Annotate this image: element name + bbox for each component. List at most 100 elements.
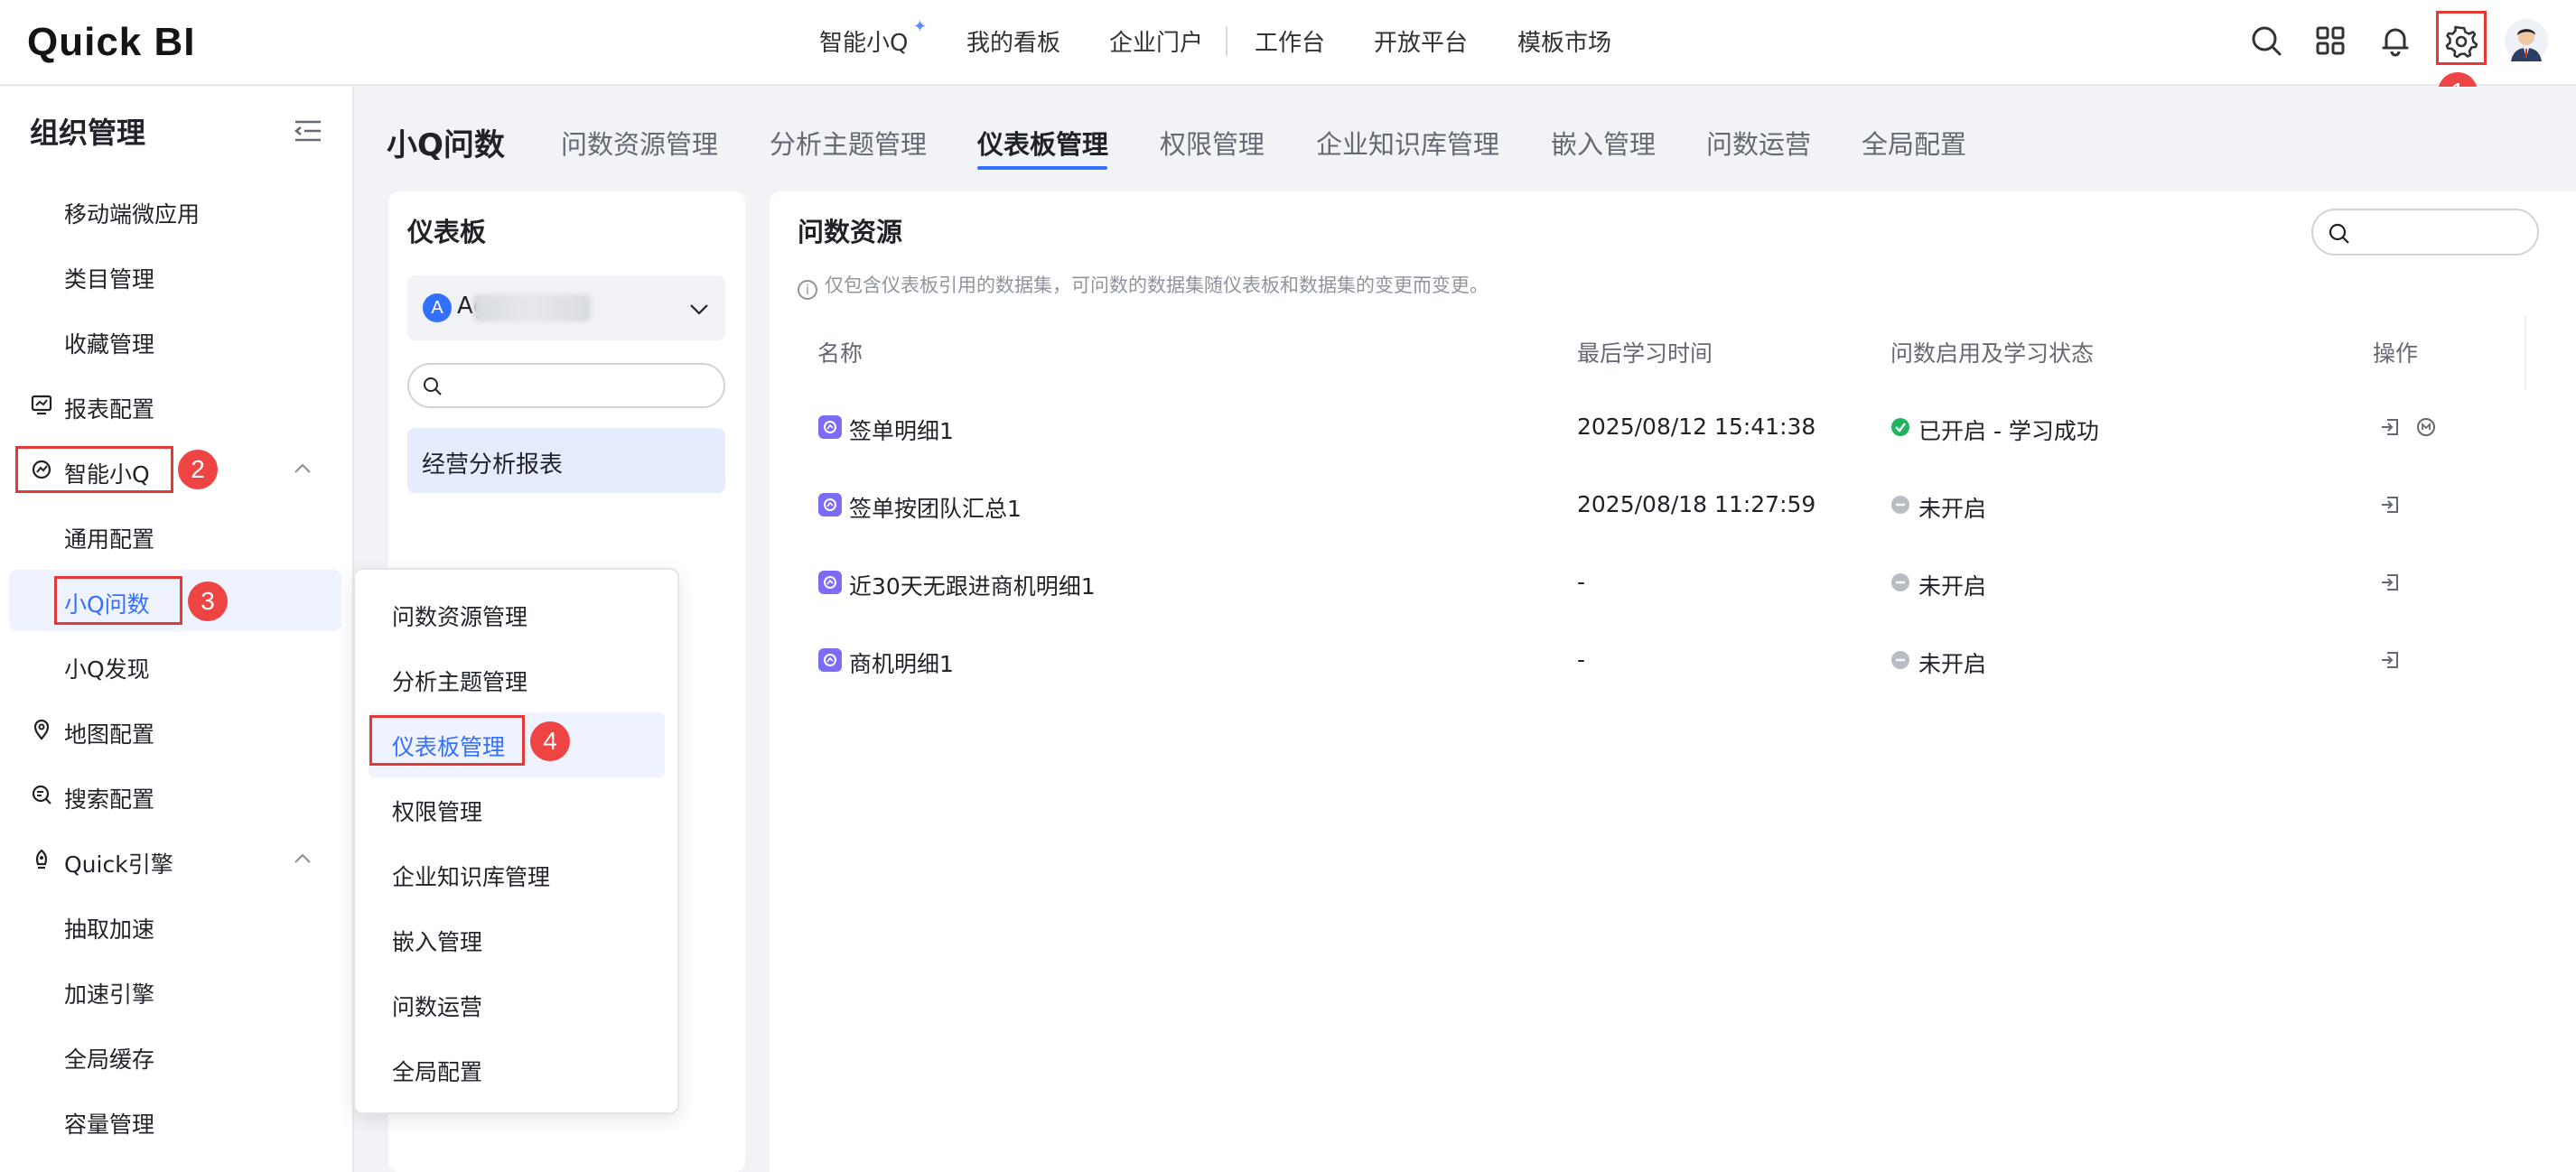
tab-topic-management[interactable]: 分析主题管理	[770, 124, 927, 162]
sidebar-item-capacity[interactable]: 容量管理	[64, 1107, 154, 1139]
sidebar-item-global-cache[interactable]: 全局缓存	[64, 1042, 154, 1074]
tab-global-config[interactable]: 全局配置	[1862, 124, 1966, 162]
tab-operations[interactable]: 问数运营	[1706, 124, 1811, 162]
column-header-status: 问数启用及学习状态	[1890, 340, 2095, 367]
chevron-up-icon[interactable]	[291, 847, 314, 870]
report-config-icon	[30, 393, 53, 416]
column-header-actions: 操作	[2373, 340, 2419, 367]
tab-permission-management[interactable]: 权限管理	[1160, 124, 1265, 162]
collapse-menu-icon[interactable]	[292, 117, 324, 144]
map-config-icon	[30, 718, 53, 741]
enter-icon[interactable]	[2378, 415, 2402, 439]
xq-wenshu-highlight-box	[54, 576, 182, 625]
info-notice: i 仅包含仪表板引用的数据集，可问数的数据集随仪表板和数据集的变更而变更。	[798, 271, 1489, 300]
resources-search-input[interactable]	[2311, 209, 2539, 256]
menu-item-permission-management[interactable]: 权限管理	[392, 795, 482, 827]
success-status-icon	[1891, 418, 1909, 436]
sidebar-item-mobile[interactable]: 移动端微应用	[64, 197, 200, 229]
user-avatar[interactable]	[2504, 18, 2549, 63]
workspace-avatar: A	[423, 293, 452, 322]
row-last-learn: -	[1577, 569, 1586, 595]
tab-knowledge-base[interactable]: 企业知识库管理	[1316, 124, 1499, 162]
row-last-learn: 2025/08/18 11:27:59	[1577, 491, 1816, 517]
page-title: 小Q问数	[387, 127, 505, 163]
chevron-up-icon[interactable]	[291, 457, 314, 480]
sidebar-item-general-config[interactable]: 通用配置	[64, 522, 154, 554]
tab-dashboard-management[interactable]: 仪表板管理	[977, 124, 1108, 162]
dataset-icon	[818, 415, 842, 439]
sidebar-item-quick-engine[interactable]: Quick引擎	[64, 847, 173, 879]
active-tab-indicator	[977, 166, 1107, 170]
callout-badge-2: 2	[178, 450, 218, 489]
quick-bi-logo[interactable]: Quick BI	[27, 20, 196, 65]
column-header-last-learn: 最后学习时间	[1577, 340, 1713, 367]
row-last-learn: -	[1577, 646, 1586, 673]
row-name[interactable]: 商机明细1	[849, 646, 954, 679]
search-config-icon	[30, 783, 53, 806]
enter-icon[interactable]	[2378, 493, 2402, 516]
topnav-template-market[interactable]: 模板市场	[1517, 24, 1611, 58]
info-icon: i	[798, 280, 817, 300]
menu-item-knowledge-base[interactable]: 企业知识库管理	[392, 860, 550, 892]
row-name[interactable]: 签单明细1	[849, 414, 954, 446]
menu-item-operations[interactable]: 问数运营	[392, 990, 482, 1022]
row-status: 未开启	[1918, 651, 1987, 677]
menu-item-global-config[interactable]: 全局配置	[392, 1055, 482, 1087]
top-navigation-bar: Quick BI 智能小Q ✦ 我的看板 企业门户 工作台 开放平台 模板市场	[0, 0, 2576, 86]
callout-badge-3: 3	[188, 581, 228, 621]
row-name[interactable]: 签单按团队汇总1	[849, 491, 1022, 524]
dashboard-list-item[interactable]: 经营分析报表	[407, 428, 725, 493]
tab-embed-management[interactable]: 嵌入管理	[1551, 124, 1656, 162]
dataset-icon	[818, 648, 842, 672]
sidebar-item-map-config[interactable]: 地图配置	[64, 717, 154, 749]
topnav-my-boards[interactable]: 我的看板	[966, 24, 1060, 58]
column-divider	[2525, 316, 2526, 390]
enter-icon[interactable]	[2378, 571, 2402, 594]
smart-q-highlight-box	[15, 446, 173, 493]
sidebar-item-accel-engine[interactable]: 加速引擎	[64, 977, 154, 1009]
sidebar-item-report-config[interactable]: 报表配置	[64, 392, 154, 424]
menu-item-topic-management[interactable]: 分析主题管理	[392, 665, 527, 697]
sidebar-item-search-config[interactable]: 搜索配置	[64, 782, 154, 814]
topnav-open-platform[interactable]: 开放平台	[1374, 24, 1468, 58]
search-icon	[2329, 223, 2349, 244]
tab-resource-management[interactable]: 问数资源管理	[561, 124, 718, 162]
topnav-workbench[interactable]: 工作台	[1255, 24, 1325, 58]
row-status: 未开启	[1918, 573, 1987, 600]
row-name[interactable]: 近30天无跟进商机明细1	[849, 569, 1096, 601]
dashboard-search-input[interactable]	[407, 363, 725, 408]
dashboard-menu-highlight-box	[369, 715, 525, 766]
dataset-icon	[818, 493, 842, 516]
menu-item-embed-management[interactable]: 嵌入管理	[392, 925, 482, 957]
row-status: 已开启 - 学习成功	[1918, 418, 2099, 444]
topnav-divider	[1226, 27, 1227, 56]
dataset-icon	[818, 571, 842, 594]
apps-grid-icon[interactable]	[2310, 20, 2351, 61]
sidebar-item-favorites[interactable]: 收藏管理	[64, 327, 154, 359]
disabled-status-icon	[1891, 496, 1909, 514]
search-icon[interactable]	[2245, 20, 2287, 61]
engine-icon	[30, 848, 53, 871]
callout-badge-4: 4	[530, 721, 570, 761]
sidebar-item-xq-discover[interactable]: 小Q发现	[64, 652, 150, 684]
row-status: 未开启	[1918, 496, 1987, 522]
topnav-smart-q[interactable]: 智能小Q ✦	[819, 17, 927, 58]
sidebar-title: 组织管理	[30, 116, 146, 150]
menu-item-resource-management[interactable]: 问数资源管理	[392, 600, 527, 632]
column-header-name: 名称	[817, 340, 863, 367]
sparkle-icon: ✦	[913, 17, 928, 36]
topnav-portal[interactable]: 企业门户	[1109, 24, 1203, 58]
tab-dropdown-menu	[353, 568, 679, 1114]
sidebar-item-category[interactable]: 类目管理	[64, 262, 154, 294]
disabled-status-icon	[1891, 573, 1909, 591]
resources-title: 问数资源	[798, 217, 903, 247]
enter-icon[interactable]	[2378, 648, 2402, 672]
learn-icon[interactable]	[2414, 415, 2438, 439]
chevron-down-icon[interactable]	[686, 296, 712, 321]
redacted-workspace-name	[473, 294, 591, 321]
table-row[interactable]	[786, 621, 2525, 699]
search-icon	[424, 377, 442, 395]
disabled-status-icon	[1891, 651, 1909, 669]
sidebar-item-extract-accel[interactable]: 抽取加速	[64, 912, 154, 944]
bell-icon[interactable]	[2375, 20, 2416, 61]
